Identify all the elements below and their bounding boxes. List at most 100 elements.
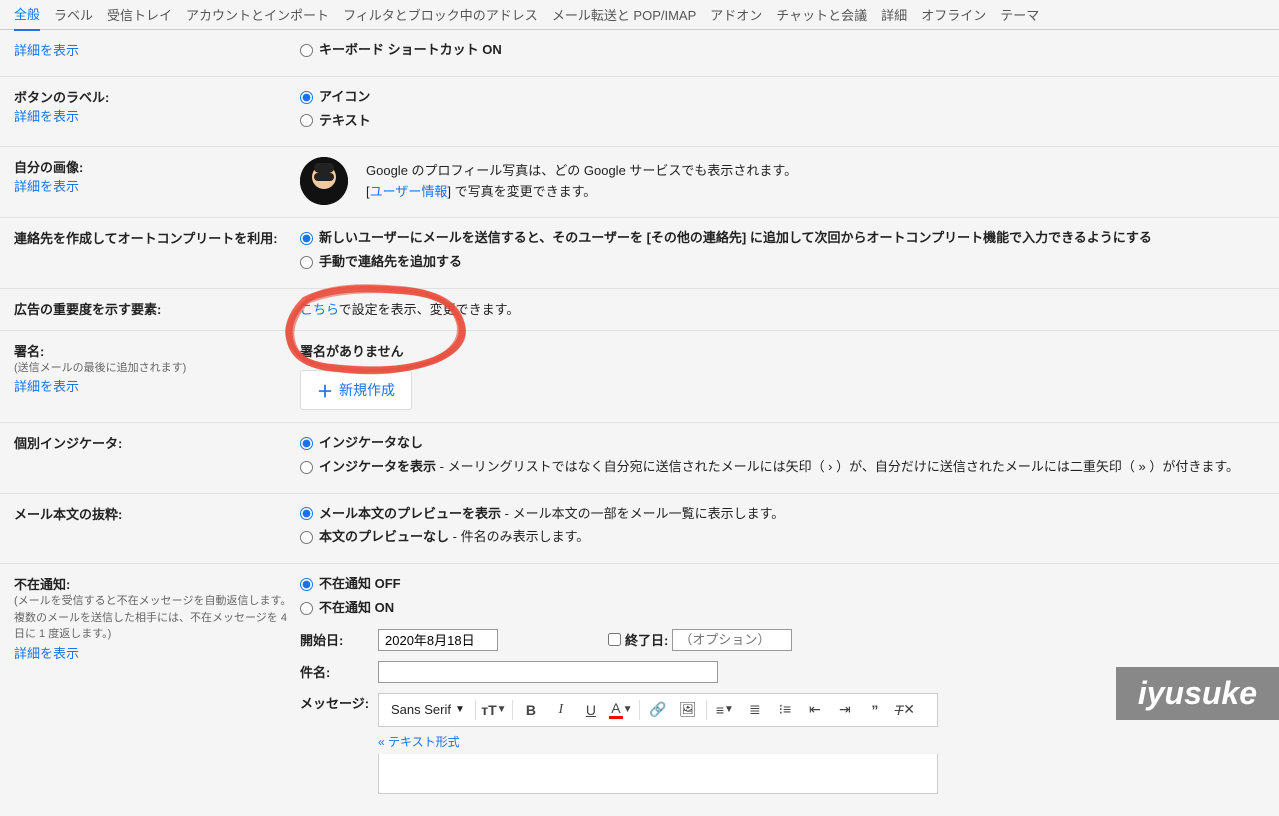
- radio-auto-add[interactable]: [300, 232, 313, 245]
- radio-option[interactable]: テキスト: [300, 111, 1265, 132]
- tab-2[interactable]: 受信トレイ: [107, 0, 172, 30]
- radio-option[interactable]: 不在通知 ON: [300, 598, 1265, 619]
- section-subtitle: (メールを受信すると不在メッセージを自動返信します。複数のメールを送信した相手に…: [14, 593, 300, 643]
- create-new-label: 新規作成: [339, 380, 395, 400]
- subject-input[interactable]: [378, 661, 718, 683]
- font-size-icon[interactable]: тT▼: [482, 698, 506, 722]
- profile-desc: Google のプロフィール写真は、どの Google サービスでも表示されます…: [366, 161, 797, 182]
- bullet-list-icon[interactable]: ⁝≡: [773, 698, 797, 722]
- learn-more-link[interactable]: 詳細を表示: [14, 379, 79, 394]
- clear-format-icon[interactable]: T✕: [893, 698, 917, 722]
- section-title: 連絡先を作成してオートコンプリートを利用:: [14, 228, 300, 247]
- radio-option[interactable]: メール本文のプレビューを表示 - メール本文の一部をメール一覧に表示します。: [300, 504, 1265, 525]
- row-shortcuts: 詳細を表示 キーボード ショートカット ON: [0, 30, 1279, 77]
- profile-desc2: [ユーザー情報] で写真を変更できます。: [366, 182, 797, 203]
- tab-9[interactable]: オフライン: [921, 0, 986, 30]
- tab-0[interactable]: 全般: [14, 0, 40, 31]
- row-button-labels: ボタンのラベル: 詳細を表示 アイコン テキスト: [0, 77, 1279, 148]
- ads-settings-link[interactable]: こちら: [300, 302, 339, 317]
- editor-toolbar: Sans Serif ▼ тT▼ B I U A▼ 🔗 🖼 ≡▼ ≣: [378, 693, 938, 727]
- radio-option[interactable]: 本文のプレビューなし - 件名のみ表示します。: [300, 527, 1265, 548]
- row-ads: 広告の重要度を示す要素: こちらで設定を表示、変更できます。: [0, 289, 1279, 331]
- plus-icon: ＋: [317, 378, 333, 402]
- radio-show-snippets[interactable]: [300, 507, 313, 520]
- start-date-label: 開始日:: [300, 630, 378, 649]
- radio-option[interactable]: キーボード ショートカット ON: [300, 40, 1265, 61]
- radio-option[interactable]: 手動で連絡先を追加する: [300, 252, 1265, 273]
- option-label: 不在通知 OFF: [319, 574, 401, 595]
- radio-option[interactable]: インジケータなし: [300, 433, 1265, 454]
- message-label: メッセージ:: [300, 693, 378, 712]
- underline-icon[interactable]: U: [579, 698, 603, 722]
- option-label: 手動で連絡先を追加する: [319, 252, 462, 273]
- ads-text: で設定を表示、変更できます。: [339, 302, 520, 317]
- radio-option[interactable]: 新しいユーザーにメールを送信すると、そのユーザーを [その他の連絡先] に追加し…: [300, 228, 1265, 249]
- section-title: メール本文の抜粋:: [14, 504, 300, 523]
- section-subtitle: (送信メールの最後に追加されます): [14, 360, 300, 377]
- end-date-checkbox[interactable]: [608, 633, 621, 646]
- image-icon[interactable]: 🖼: [676, 698, 700, 722]
- settings-tabs: 全般ラベル受信トレイアカウントとインポートフィルタとブロック中のアドレスメール転…: [0, 0, 1279, 30]
- radio-no-indicators[interactable]: [300, 437, 313, 450]
- tab-7[interactable]: チャットと会議: [776, 0, 867, 30]
- radio-manual-add[interactable]: [300, 256, 313, 269]
- tab-4[interactable]: フィルタとブロック中のアドレス: [343, 0, 538, 30]
- tab-1[interactable]: ラベル: [54, 0, 93, 30]
- learn-more-link[interactable]: 詳細を表示: [14, 109, 79, 124]
- row-signature: 署名: (送信メールの最後に追加されます) 詳細を表示 署名がありません ＋ 新…: [0, 331, 1279, 423]
- plain-text-link[interactable]: « テキスト形式: [378, 733, 938, 750]
- row-snippets: メール本文の抜粋: メール本文のプレビューを表示 - メール本文の一部をメール一…: [0, 494, 1279, 565]
- row-autocomplete: 連絡先を作成してオートコンプリートを利用: 新しいユーザーにメールを送信すると、…: [0, 218, 1279, 289]
- radio-option[interactable]: インジケータを表示 - メーリングリストではなく自分宛に送信されたメールには矢印…: [300, 457, 1265, 478]
- radio-vacation-off[interactable]: [300, 578, 313, 591]
- about-me-link[interactable]: ユーザー情報: [370, 184, 448, 199]
- learn-more-link[interactable]: 詳細を表示: [14, 646, 79, 661]
- font-select[interactable]: Sans Serif ▼: [387, 700, 469, 719]
- radio-text[interactable]: [300, 114, 313, 127]
- radio-option[interactable]: アイコン: [300, 87, 1265, 108]
- option-label: テキスト: [319, 111, 371, 132]
- section-title: ボタンのラベル:: [14, 87, 300, 106]
- tab-3[interactable]: アカウントとインポート: [186, 0, 329, 30]
- tab-5[interactable]: メール転送と POP/IMAP: [552, 0, 696, 30]
- tab-6[interactable]: アドオン: [710, 0, 762, 30]
- learn-more-link[interactable]: 詳細を表示: [14, 43, 79, 58]
- tab-8[interactable]: 詳細: [881, 0, 907, 30]
- align-icon[interactable]: ≡▼: [713, 698, 737, 722]
- watermark: iyusuke: [1116, 667, 1279, 720]
- option-label: インジケータなし: [319, 433, 423, 454]
- message-editor[interactable]: [378, 754, 938, 794]
- option-label: 新しいユーザーにメールを送信すると、そのユーザーを [その他の連絡先] に追加し…: [319, 228, 1152, 249]
- indent-less-icon[interactable]: ⇤: [803, 698, 827, 722]
- radio-shortcut-on[interactable]: [300, 44, 313, 57]
- radio-icons[interactable]: [300, 91, 313, 104]
- section-title: 不在通知:: [14, 574, 300, 593]
- create-new-button[interactable]: ＋ 新規作成: [300, 370, 412, 410]
- end-date-input[interactable]: [672, 629, 792, 651]
- row-my-picture: 自分の画像: 詳細を表示 Google のプロフィール写真は、どの Google…: [0, 147, 1279, 218]
- radio-vacation-on[interactable]: [300, 602, 313, 615]
- quote-icon[interactable]: ”: [863, 698, 887, 722]
- radio-option[interactable]: 不在通知 OFF: [300, 574, 1265, 595]
- row-indicators: 個別インジケータ: インジケータなし インジケータを表示 - メーリングリストで…: [0, 423, 1279, 494]
- radio-no-snippets[interactable]: [300, 531, 313, 544]
- no-signature-text: 署名がありません: [300, 341, 1265, 360]
- radio-show-indicators[interactable]: [300, 461, 313, 474]
- avatar-face-icon: [300, 157, 348, 205]
- link-icon[interactable]: 🔗: [646, 698, 670, 722]
- start-date-input[interactable]: [378, 629, 498, 651]
- row-vacation: 不在通知: (メールを受信すると不在メッセージを自動返信します。複数のメールを送…: [0, 564, 1279, 816]
- indent-more-icon[interactable]: ⇥: [833, 698, 857, 722]
- section-title: 署名:: [14, 341, 300, 360]
- italic-icon[interactable]: I: [549, 698, 573, 722]
- bold-icon[interactable]: B: [519, 698, 543, 722]
- avatar[interactable]: [300, 157, 348, 205]
- settings-content: 詳細を表示 キーボード ショートカット ON ボタンのラベル: 詳細を表示 アイ…: [0, 30, 1279, 816]
- tab-10[interactable]: テーマ: [1000, 0, 1039, 30]
- option-label: インジケータを表示 - メーリングリストではなく自分宛に送信されたメールには矢印…: [319, 457, 1239, 478]
- option-label: 本文のプレビューなし - 件名のみ表示します。: [319, 527, 589, 548]
- option-label: アイコン: [319, 87, 370, 108]
- text-color-icon[interactable]: A▼: [609, 698, 633, 722]
- numbered-list-icon[interactable]: ≣: [743, 698, 767, 722]
- learn-more-link[interactable]: 詳細を表示: [14, 179, 79, 194]
